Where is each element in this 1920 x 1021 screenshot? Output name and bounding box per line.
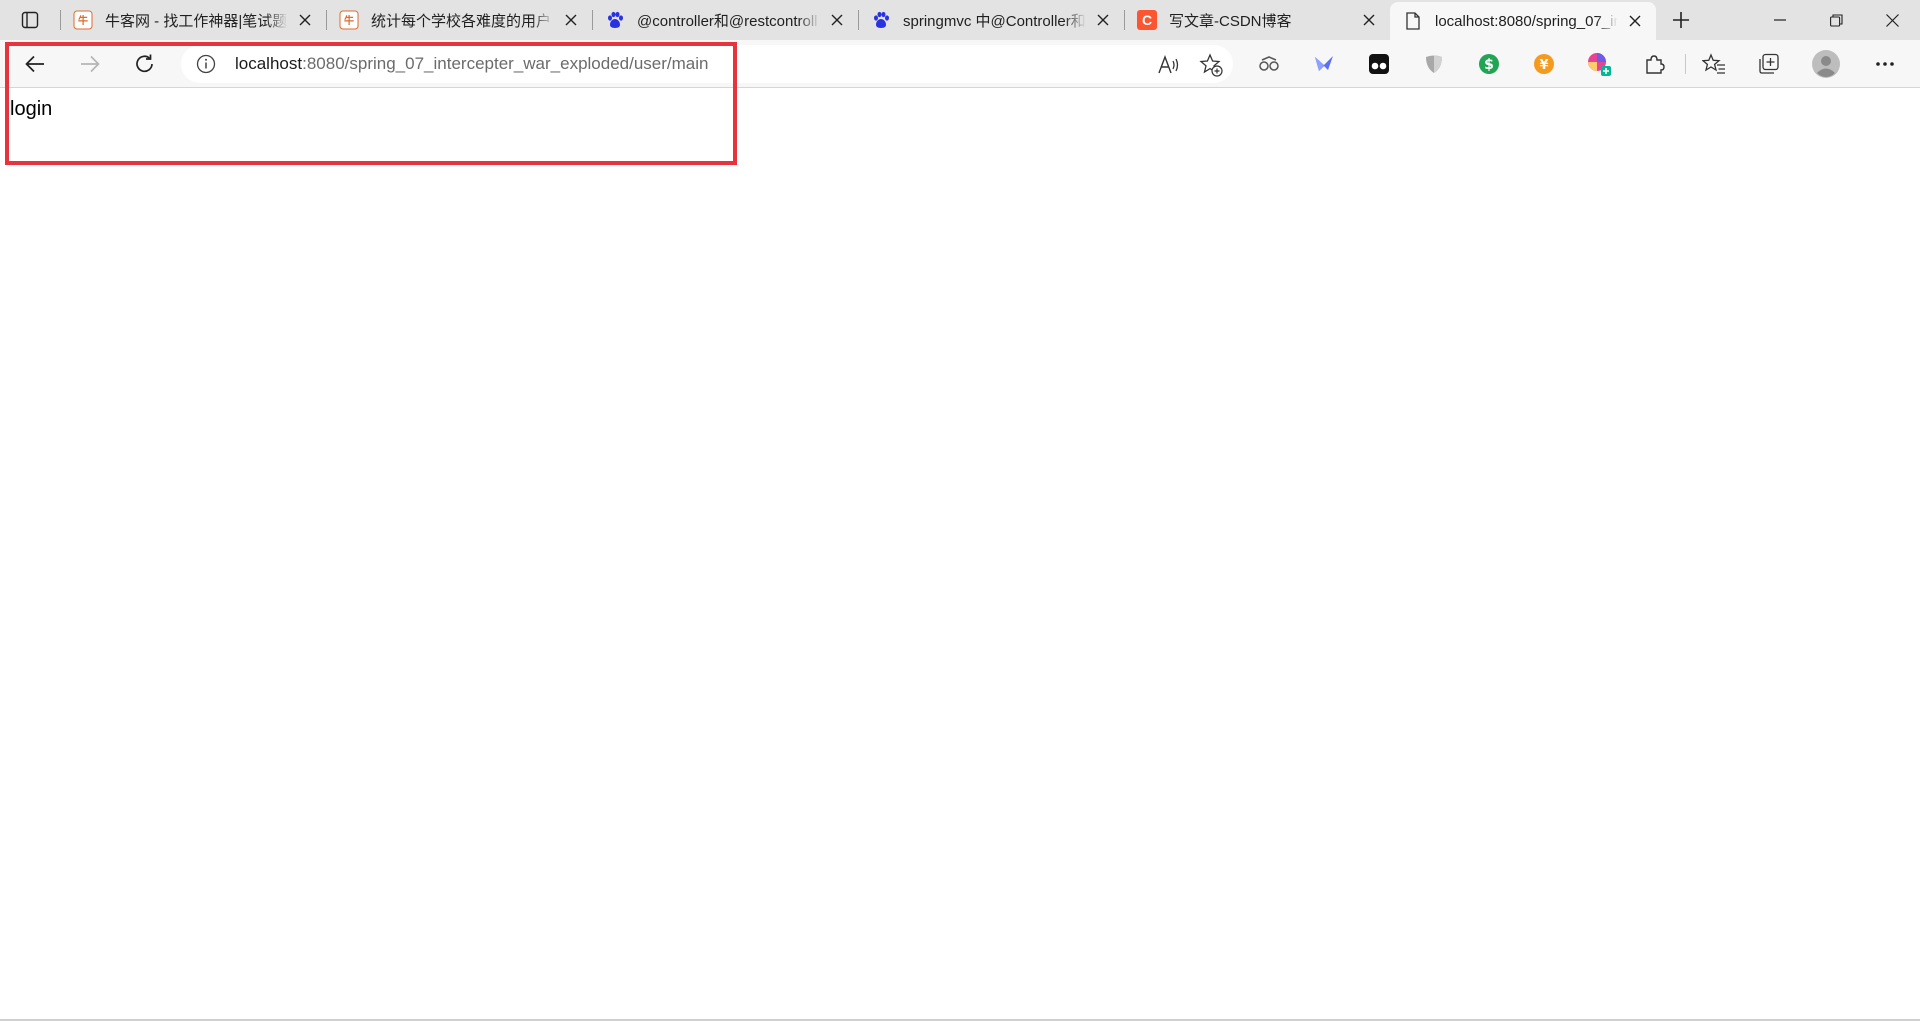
nowcoder-icon: 牛 — [339, 10, 359, 30]
page-icon — [1403, 11, 1423, 31]
svg-text:¥: ¥ — [1539, 58, 1548, 73]
extension-yen-icon[interactable]: ¥ — [1530, 50, 1558, 78]
tab-title: 写文章-CSDN博客 — [1169, 12, 1292, 30]
ellipsis-icon — [1876, 62, 1894, 66]
tab-actions-button[interactable] — [0, 0, 60, 40]
tab-title: localhost:8080/spring_07_in — [1435, 12, 1618, 30]
close-icon[interactable] — [560, 9, 582, 31]
read-aloud-button[interactable] — [1155, 51, 1183, 79]
star-add-icon — [1199, 53, 1223, 77]
minimize-icon — [1774, 19, 1786, 21]
new-tab-button[interactable] — [1656, 0, 1706, 40]
collections-icon[interactable] — [1755, 50, 1783, 78]
baidu-paw-icon — [605, 10, 625, 30]
restore-icon — [1829, 13, 1843, 27]
read-aloud-icon — [1158, 55, 1179, 74]
tab-nowcoder-1[interactable]: 牛 牛客网 - 找工作神器|笔试题 — [60, 0, 326, 40]
close-icon[interactable] — [1092, 9, 1114, 31]
close-icon[interactable] — [294, 9, 316, 31]
add-favorite-button[interactable] — [1197, 51, 1225, 79]
tab-title: 牛客网 - 找工作神器|笔试题 — [105, 12, 288, 30]
nowcoder-icon: 牛 — [73, 10, 93, 30]
close-window-button[interactable] — [1864, 0, 1920, 40]
extension-tampermonkey-icon[interactable] — [1365, 50, 1393, 78]
svg-text:牛: 牛 — [344, 14, 354, 27]
tab-nowcoder-2[interactable]: 牛 统计每个学校各难度的用户 — [326, 0, 592, 40]
extension-color-picker-icon[interactable] — [1585, 50, 1613, 78]
close-icon[interactable] — [826, 9, 848, 31]
tab-title: @controller和@restcontroll — [637, 12, 818, 30]
svg-text:C: C — [1142, 12, 1152, 28]
close-icon[interactable] — [1358, 9, 1380, 31]
extension-shield-icon[interactable] — [1420, 50, 1448, 78]
csdn-icon: C — [1137, 10, 1157, 30]
more-menu-button[interactable] — [1871, 50, 1899, 78]
window-controls — [1752, 0, 1920, 40]
tab-localhost-active[interactable]: localhost:8080/spring_07_in — [1390, 2, 1656, 40]
avatar-icon — [1812, 50, 1840, 78]
tab-baidu-2[interactable]: springmvc 中@Controller和 — [858, 0, 1124, 40]
extension-bird-icon[interactable] — [1310, 50, 1338, 78]
close-icon[interactable] — [1624, 10, 1646, 32]
svg-text:牛: 牛 — [78, 14, 88, 27]
tab-csdn[interactable]: C 写文章-CSDN博客 — [1124, 0, 1390, 40]
toolbar-divider — [1685, 54, 1686, 74]
favorites-icon[interactable] — [1700, 50, 1728, 78]
minimize-button[interactable] — [1752, 0, 1808, 40]
tab-strip: 牛 牛客网 - 找工作神器|笔试题 牛 统计每个学校各难度的用户 @contro… — [0, 0, 1920, 40]
extension-link-icon[interactable] — [1255, 50, 1283, 78]
extensions-puzzle-icon[interactable] — [1640, 50, 1668, 78]
red-highlight-box — [5, 42, 737, 165]
tab-baidu-1[interactable]: @controller和@restcontroll — [592, 0, 858, 40]
profile-avatar[interactable] — [1812, 50, 1840, 78]
tab-actions-icon — [21, 11, 39, 29]
tab-title: 统计每个学校各难度的用户 — [371, 12, 552, 30]
tab-title: springmvc 中@Controller和 — [903, 12, 1086, 30]
extension-dollar-icon[interactable]: $ — [1475, 50, 1503, 78]
close-icon — [1885, 13, 1899, 27]
baidu-paw-icon — [871, 10, 891, 30]
restore-button[interactable] — [1808, 0, 1864, 40]
plus-icon — [1673, 12, 1689, 28]
svg-text:$: $ — [1484, 57, 1494, 73]
